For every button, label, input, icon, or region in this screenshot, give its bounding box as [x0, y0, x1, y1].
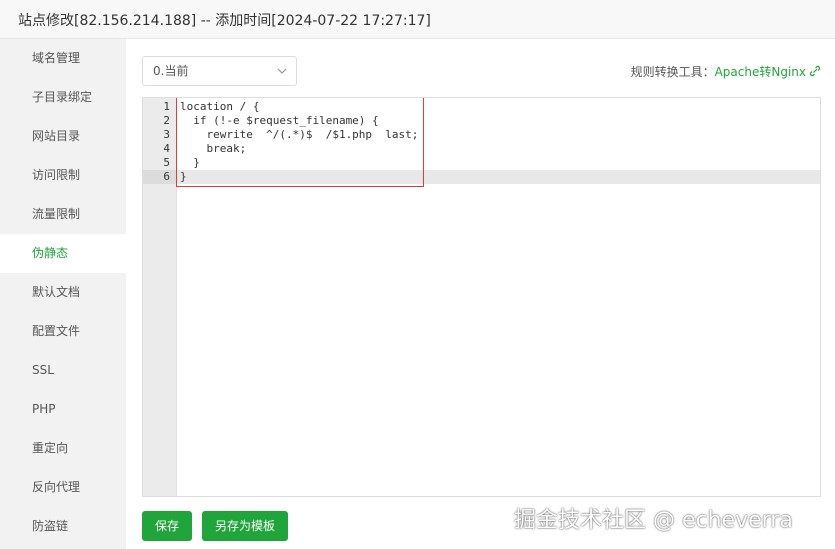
line-number: 3 — [163, 128, 170, 141]
line-number: 4 — [163, 142, 170, 155]
rule-convert-label: 规则转换工具： — [630, 65, 715, 79]
sidebar-item-label: 重定向 — [32, 441, 69, 455]
window-title: 站点修改[82.156.214.188] -- 添加时间[2024-07-22 … — [18, 13, 431, 29]
sidebar-item-label: 访问限制 — [32, 168, 81, 182]
save-as-template-button[interactable]: 另存为模板 — [202, 511, 288, 541]
sidebar-item-label: 配置文件 — [32, 324, 81, 338]
sidebar-item-label: 防盗链 — [32, 519, 69, 533]
rule-convert-tool: 规则转换工具：Apache转Nginx — [631, 63, 821, 80]
sidebar-item-site-dir[interactable]: 网站目录 — [0, 117, 126, 156]
sidebar-item-label: 反向代理 — [32, 480, 81, 494]
apache-to-nginx-link[interactable]: Apache转Nginx — [715, 65, 806, 79]
code-editor[interactable]: 1 2 3 4 5 6 location / { if (!-e $reques… — [142, 97, 821, 497]
sidebar-item-redirect[interactable]: 重定向 — [0, 429, 126, 468]
link-icon[interactable] — [809, 65, 821, 77]
main-panel: 0.当前 规则转换工具：Apache转Nginx 1 2 3 4 5 6 loc… — [126, 39, 835, 549]
title-bar: 站点修改[82.156.214.188] -- 添加时间[2024-07-22 … — [0, 0, 835, 39]
code-line-current[interactable]: } — [177, 170, 820, 184]
template-select[interactable]: 0.当前 — [142, 56, 297, 86]
sidebar-item-label: 网站目录 — [32, 129, 81, 143]
line-number: 5 — [163, 156, 170, 169]
sidebar-item-config-file[interactable]: 配置文件 — [0, 312, 126, 351]
sidebar-item-label: 伪静态 — [32, 246, 69, 260]
code-line[interactable]: break; — [177, 142, 820, 156]
line-gutter: 1 2 3 4 5 6 — [143, 98, 177, 496]
sidebar-item-ssl[interactable]: SSL — [0, 351, 126, 390]
code-content[interactable]: location / { if (!-e $request_filename) … — [177, 100, 820, 184]
sidebar-item-rewrite[interactable]: 伪静态 — [0, 234, 126, 273]
watermark: 掘金技术社区 @ echeverra — [514, 508, 793, 533]
sidebar-item-label: 域名管理 — [32, 51, 81, 65]
sidebar-item-default-doc[interactable]: 默认文档 — [0, 273, 126, 312]
sidebar-item-label: 流量限制 — [32, 207, 81, 221]
sidebar-item-php[interactable]: PHP — [0, 390, 126, 429]
sidebar-item-domain[interactable]: 域名管理 — [0, 39, 126, 78]
code-line[interactable]: } — [177, 156, 820, 170]
sidebar-item-label: PHP — [32, 402, 56, 416]
template-select-value: 0.当前 — [153, 64, 189, 78]
chevron-down-icon — [277, 68, 287, 74]
sidebar-item-reverse-proxy[interactable]: 反向代理 — [0, 468, 126, 507]
sidebar: 域名管理 子目录绑定 网站目录 访问限制 流量限制 伪静态 默认文档 配置文件 … — [0, 39, 126, 549]
sidebar-item-hotlink[interactable]: 防盗链 — [0, 507, 126, 546]
sidebar-item-access-limit[interactable]: 访问限制 — [0, 156, 126, 195]
sidebar-item-label: SSL — [32, 363, 54, 377]
code-line[interactable]: if (!-e $request_filename) { — [177, 114, 820, 128]
line-number: 2 — [163, 114, 170, 127]
sidebar-item-traffic-limit[interactable]: 流量限制 — [0, 195, 126, 234]
code-line[interactable]: location / { — [177, 100, 820, 114]
save-button[interactable]: 保存 — [142, 511, 192, 541]
line-number: 1 — [163, 100, 170, 113]
code-line[interactable]: rewrite ^/(.*)$ /$1.php last; — [177, 128, 820, 142]
sidebar-item-label: 子目录绑定 — [32, 90, 93, 104]
sidebar-item-subdir[interactable]: 子目录绑定 — [0, 78, 126, 117]
sidebar-item-label: 默认文档 — [32, 285, 81, 299]
line-number-current: 6 — [143, 170, 176, 184]
